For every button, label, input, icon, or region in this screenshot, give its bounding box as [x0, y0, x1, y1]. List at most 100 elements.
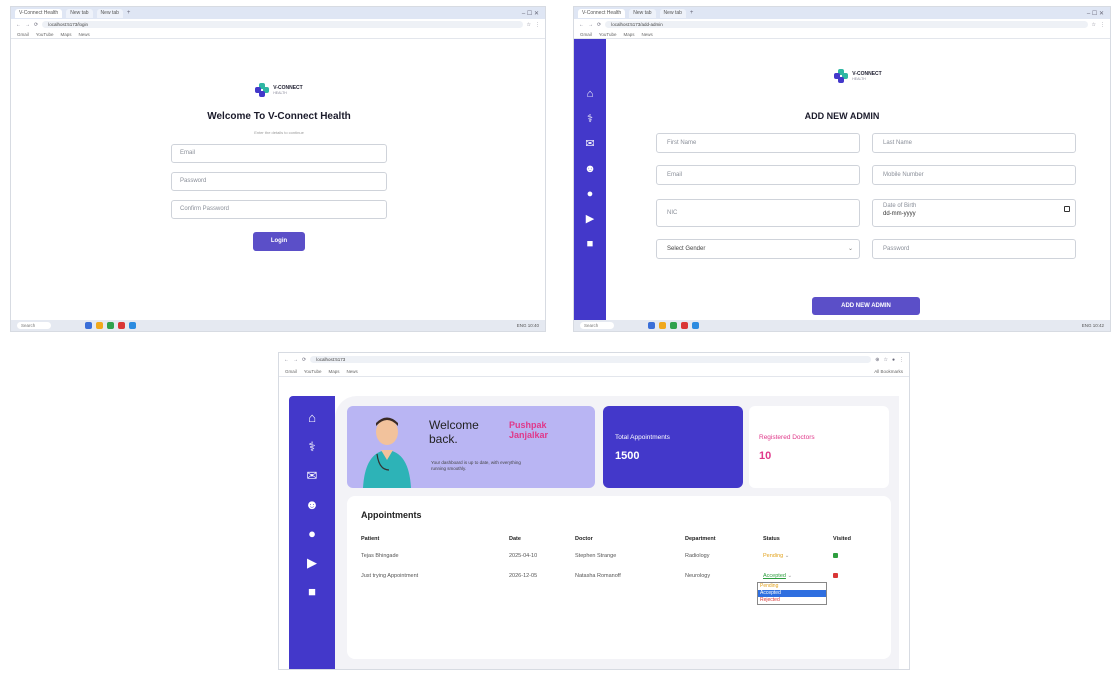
app-icon[interactable]: [118, 322, 125, 329]
zoom-icon[interactable]: ⊕: [875, 357, 879, 363]
home-icon[interactable]: ⌂: [308, 411, 316, 424]
bookmark[interactable]: News: [78, 32, 89, 37]
reload-icon[interactable]: ⟳: [34, 22, 38, 28]
visited-cell[interactable]: [833, 566, 871, 586]
home-icon[interactable]: ⌂: [587, 89, 594, 100]
password-field[interactable]: Password: [872, 239, 1076, 259]
app-icon[interactable]: [648, 322, 655, 329]
login-button[interactable]: Login: [253, 232, 305, 251]
app-icon[interactable]: [659, 322, 666, 329]
app-icon[interactable]: [129, 322, 136, 329]
forward-icon[interactable]: →: [25, 22, 30, 28]
menu-icon[interactable]: ⋮: [1100, 22, 1105, 28]
logout-icon[interactable]: ■: [308, 585, 316, 598]
logo-sub: HEALTH: [852, 77, 866, 81]
chevron-down-icon: ⌄: [847, 246, 853, 252]
tab-bar: V-Connect Health New tab New tab + – ☐ ✕: [11, 7, 545, 19]
app-icon[interactable]: [670, 322, 677, 329]
reload-icon[interactable]: ⟳: [302, 357, 306, 363]
forward-icon[interactable]: →: [293, 357, 298, 363]
profile-icon[interactable]: ●: [892, 357, 895, 363]
tray-clock: ENG 10:40: [516, 323, 539, 328]
bookmark[interactable]: Gmail: [580, 32, 592, 37]
url-field[interactable]: localhost:5173/add-admin: [605, 21, 1088, 28]
email-field[interactable]: Email: [171, 144, 387, 163]
page-title: Welcome To V-Connect Health: [207, 111, 351, 122]
bookmark[interactable]: Maps: [623, 32, 634, 37]
add-user-icon[interactable]: ☻: [584, 164, 596, 175]
back-icon[interactable]: ←: [16, 22, 21, 28]
visited-cell[interactable]: [833, 546, 871, 566]
gender-select[interactable]: Select Gender ⌄: [656, 239, 860, 259]
menu-icon[interactable]: ⋮: [535, 22, 540, 28]
column-header: Status: [763, 536, 780, 542]
forward-icon[interactable]: →: [588, 22, 593, 28]
app-icon[interactable]: [107, 322, 114, 329]
bookmark[interactable]: Maps: [60, 32, 71, 37]
mobile-number-field[interactable]: Mobile Number: [872, 165, 1076, 185]
chat-icon[interactable]: ●: [587, 189, 594, 200]
bookmark[interactable]: YouTube: [36, 32, 54, 37]
reload-icon[interactable]: ⟳: [597, 22, 601, 28]
status-dropdown[interactable]: Pending Accepted Rejected: [757, 582, 827, 605]
menu-icon[interactable]: ⋮: [899, 357, 904, 363]
video-icon[interactable]: ▶: [307, 556, 317, 569]
bookmark[interactable]: Maps: [328, 369, 339, 374]
chevron-down-icon: ⌄: [784, 553, 790, 559]
not-visited-icon[interactable]: [833, 572, 838, 578]
visited-check-icon[interactable]: [833, 552, 838, 558]
window-controls[interactable]: – ☐ ✕: [522, 10, 539, 17]
chat-icon[interactable]: ●: [308, 527, 316, 540]
back-icon[interactable]: ←: [284, 357, 289, 363]
back-icon[interactable]: ←: [579, 22, 584, 28]
add-admin-button[interactable]: ADD NEW ADMIN: [812, 297, 920, 315]
browser-tab[interactable]: V-Connect Health: [578, 8, 626, 18]
doctors-icon[interactable]: ⚕: [308, 440, 315, 453]
star-icon[interactable]: ☆: [883, 357, 887, 363]
browser-tab[interactable]: New tab: [96, 8, 123, 18]
browser-tab[interactable]: New tab: [66, 8, 93, 18]
add-user-icon[interactable]: ☻: [305, 498, 319, 511]
bookmark[interactable]: Gmail: [17, 32, 29, 37]
star-icon[interactable]: ☆: [1092, 22, 1096, 28]
app-icon[interactable]: [692, 322, 699, 329]
taskbar-search[interactable]: Search: [580, 322, 614, 329]
logout-icon[interactable]: ■: [587, 239, 594, 250]
star-icon[interactable]: ☆: [527, 22, 531, 28]
date-of-birth-field[interactable]: Date of Birth dd-mm-yyyy: [872, 199, 1076, 227]
window-controls[interactable]: – ☐ ✕: [1087, 10, 1104, 17]
new-tab-icon[interactable]: +: [127, 10, 131, 16]
url-field[interactable]: localhost:5173/login: [42, 21, 523, 28]
nic-field[interactable]: NIC: [656, 199, 860, 227]
new-tab-icon[interactable]: +: [690, 10, 694, 16]
dropdown-option[interactable]: Rejected: [758, 597, 826, 604]
login-page: V-CONNECT HEALTH Welcome To V-Connect He…: [11, 39, 545, 320]
dropdown-option[interactable]: Pending: [758, 583, 826, 590]
messages-icon[interactable]: ✉: [585, 139, 594, 150]
url-field[interactable]: localhost:5173: [310, 356, 872, 363]
browser-tab[interactable]: New tab: [659, 8, 686, 18]
last-name-field[interactable]: Last Name: [872, 133, 1076, 153]
email-field[interactable]: Email: [656, 165, 860, 185]
bookmark[interactable]: Gmail: [285, 369, 297, 374]
video-icon[interactable]: ▶: [586, 214, 594, 225]
app-icon[interactable]: [85, 322, 92, 329]
app-icon[interactable]: [96, 322, 103, 329]
first-name-field[interactable]: First Name: [656, 133, 860, 153]
calendar-icon[interactable]: [1064, 206, 1070, 212]
bookmark[interactable]: YouTube: [599, 32, 617, 37]
all-bookmarks[interactable]: All Bookmarks: [874, 369, 903, 374]
browser-tab[interactable]: V-Connect Health: [15, 8, 63, 18]
bookmark[interactable]: News: [641, 32, 652, 37]
bookmark[interactable]: YouTube: [304, 369, 322, 374]
browser-tab[interactable]: New tab: [629, 8, 656, 18]
taskbar-search[interactable]: Search: [17, 322, 51, 329]
app-icon[interactable]: [681, 322, 688, 329]
status-select[interactable]: Pending ⌄: [763, 546, 833, 566]
dropdown-option[interactable]: Accepted: [758, 590, 826, 597]
messages-icon[interactable]: ✉: [307, 469, 318, 482]
password-field[interactable]: Password: [171, 172, 387, 191]
bookmark[interactable]: News: [346, 369, 357, 374]
column-header: Department: [685, 536, 716, 542]
confirm-password-field[interactable]: Confirm Password: [171, 200, 387, 219]
